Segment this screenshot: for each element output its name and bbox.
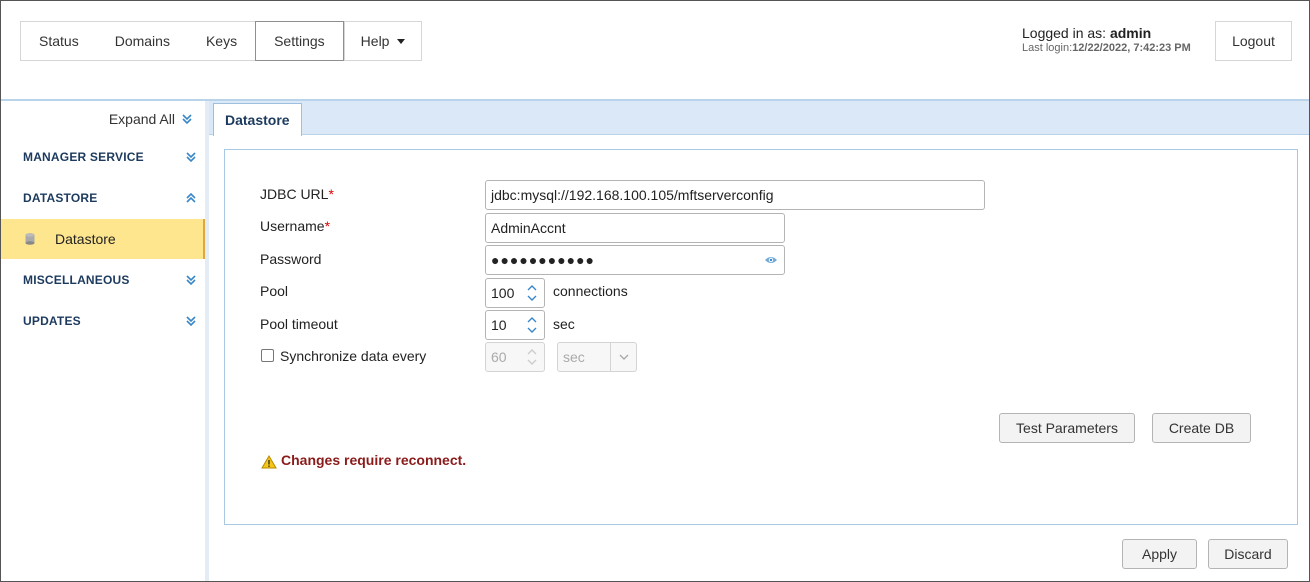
sidebar: Expand All MANAGER SERVICE DATASTORE Dat… — [1, 101, 205, 581]
sidebar-section-label: MANAGER SERVICE — [23, 149, 144, 164]
jdbc-url-label-text: JDBC URL — [260, 186, 329, 202]
pool-timeout-value: 10 — [491, 317, 507, 333]
synchronize-label: Synchronize data every — [280, 348, 427, 364]
caret-down-icon — [397, 38, 406, 44]
sidebar-section-label: DATASTORE — [23, 190, 98, 205]
double-chevron-up-icon — [186, 192, 196, 203]
sidebar-item-label: Datastore — [55, 231, 116, 247]
reconnect-warning: Changes require reconnect. — [261, 451, 466, 469]
top-nav: Status Domains Keys Settings Help — [20, 21, 423, 61]
login-info: Logged in as: admin Last login:12/22/202… — [1022, 25, 1191, 54]
sidebar-section-miscellaneous[interactable]: MISCELLANEOUS — [1, 259, 205, 300]
sidebar-section-label: MISCELLANEOUS — [23, 272, 130, 287]
username-label: Username* — [260, 218, 330, 234]
database-icon — [25, 233, 35, 245]
nav-help[interactable]: Help — [343, 22, 422, 60]
tab-datastore[interactable]: Datastore — [213, 103, 302, 136]
nav-settings[interactable]: Settings — [255, 21, 344, 61]
username-label-text: Username — [260, 218, 325, 234]
synchronize-spin-arrows[interactable] — [520, 343, 544, 371]
test-parameters-button[interactable]: Test Parameters — [999, 413, 1135, 443]
discard-button[interactable]: Discard — [1208, 539, 1288, 569]
required-mark: * — [328, 186, 334, 202]
chevron-up-icon[interactable] — [527, 317, 537, 323]
last-login-value: 12/22/2022, 7:42:23 PM — [1072, 42, 1191, 54]
pool-value: 100 — [491, 285, 515, 301]
logout-button[interactable]: Logout — [1215, 21, 1292, 61]
pool-timeout-unit: sec — [553, 316, 575, 332]
synchronize-unit-value: sec — [563, 349, 585, 365]
sidebar-splitter[interactable] — [205, 101, 209, 581]
jdbc-url-value: jdbc:mysql://192.168.100.105/mftserverco… — [491, 187, 774, 203]
chevron-down-icon[interactable] — [527, 359, 537, 365]
pool-timeout-label: Pool timeout — [260, 316, 338, 332]
chevron-down-icon — [619, 354, 628, 360]
username-value: AdminAccnt — [491, 220, 566, 236]
pool-stepper[interactable]: 100 — [485, 278, 545, 308]
reconnect-warning-text: Changes require reconnect. — [281, 452, 467, 468]
chevron-down-icon[interactable] — [527, 327, 537, 333]
expand-all-button[interactable]: Expand All — [109, 111, 193, 127]
jdbc-url-label: JDBC URL* — [260, 186, 334, 202]
expand-all-label: Expand All — [108, 111, 175, 127]
pool-timeout-spin-arrows[interactable] — [520, 311, 544, 339]
double-chevron-down-icon — [186, 151, 196, 162]
jdbc-url-input[interactable]: jdbc:mysql://192.168.100.105/mftserverco… — [485, 180, 985, 210]
pool-timeout-stepper[interactable]: 10 — [485, 310, 545, 340]
pool-unit: connections — [553, 283, 628, 299]
logged-in-prefix: Logged in as: — [1022, 25, 1110, 41]
double-chevron-down-icon — [186, 315, 196, 326]
eye-icon[interactable] — [764, 255, 778, 265]
logged-in-as: Logged in as: admin — [1022, 25, 1191, 41]
chevron-up-icon[interactable] — [527, 349, 537, 355]
password-input[interactable]: ●●●●●●●●●●● — [485, 245, 785, 275]
sidebar-section-datastore[interactable]: DATASTORE — [1, 177, 205, 218]
warning-icon — [261, 455, 277, 469]
logged-in-user: admin — [1109, 25, 1152, 41]
last-login: Last login:12/22/2022, 7:42:23 PM — [1022, 42, 1191, 54]
create-db-button[interactable]: Create DB — [1152, 413, 1251, 443]
tab-bar: Datastore — [209, 101, 1309, 136]
sidebar-section-label: UPDATES — [23, 313, 81, 328]
synchronize-interval-value: 60 — [491, 349, 507, 365]
sidebar-section-manager-service[interactable]: MANAGER SERVICE — [1, 136, 205, 177]
required-mark: * — [324, 218, 331, 234]
nav-domains[interactable]: Domains — [97, 22, 188, 60]
nav-status[interactable]: Status — [21, 22, 97, 60]
pool-label: Pool — [260, 283, 289, 299]
synchronize-interval-stepper[interactable]: 60 — [485, 342, 545, 372]
double-chevron-down-icon — [186, 274, 196, 285]
apply-button[interactable]: Apply — [1122, 539, 1197, 569]
username-input[interactable]: AdminAccnt — [485, 213, 785, 243]
chevron-up-icon[interactable] — [527, 285, 537, 291]
sidebar-item-datastore[interactable]: Datastore — [1, 219, 205, 259]
chevron-down-icon[interactable] — [527, 295, 537, 301]
password-label: Password — [260, 251, 322, 267]
synchronize-checkbox[interactable] — [261, 349, 274, 362]
double-chevron-down-icon — [182, 114, 192, 125]
last-login-prefix: Last login: — [1022, 42, 1073, 54]
pool-spin-arrows[interactable] — [520, 279, 544, 307]
password-value: ●●●●●●●●●●● — [491, 252, 596, 268]
synchronize-unit-select[interactable]: sec — [557, 342, 637, 372]
nav-keys[interactable]: Keys — [188, 22, 255, 60]
sidebar-section-updates[interactable]: UPDATES — [1, 300, 205, 341]
nav-help-label: Help — [360, 33, 390, 49]
select-arrow[interactable] — [610, 343, 636, 371]
